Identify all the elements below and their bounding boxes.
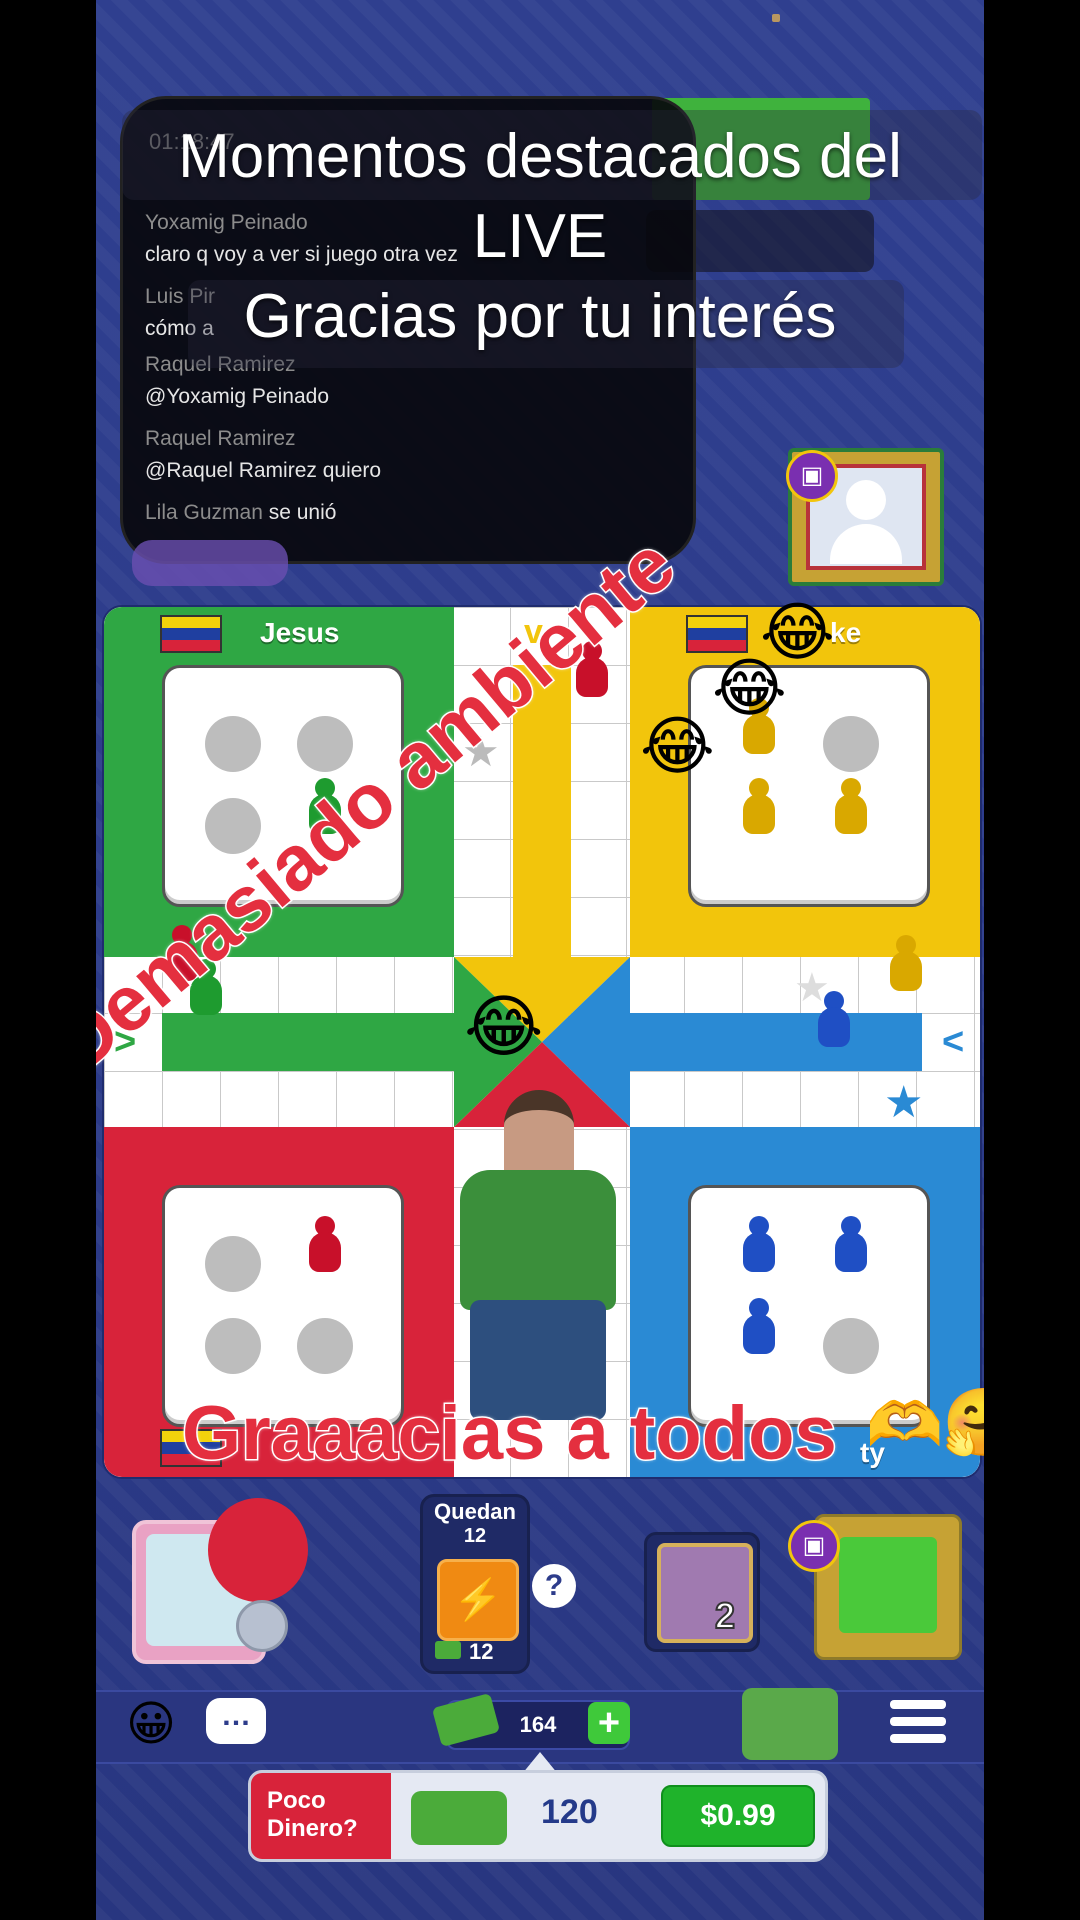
card-slot[interactable]: 2 <box>644 1532 760 1652</box>
energy-button[interactable]: ⚡ <box>437 1559 519 1641</box>
laugh-emoji: 😂 <box>712 652 787 726</box>
player-name-green: Jesus <box>260 617 340 648</box>
laugh-emoji: 😂 <box>640 710 715 784</box>
entry-arrow-icon: < <box>942 1021 965 1063</box>
gift-icon[interactable]: ▣ <box>786 450 838 502</box>
help-button[interactable]: ? <box>532 1564 576 1608</box>
quedan-panel: Quedan 12 ⚡ 12 <box>420 1494 530 1674</box>
overlay-title-line3: Gracias por tu interés <box>243 282 837 351</box>
cash-pile-icon <box>411 1791 507 1845</box>
bottom-overlay-text: Graaacias a todos <box>181 1390 839 1478</box>
lightning-icon: ⚡ <box>453 1578 503 1622</box>
chat-message: Lila Guzman se unió <box>145 501 336 525</box>
chat-author: Raquel Ramirez <box>145 427 296 450</box>
laugh-emoji: 😂 <box>464 988 544 1067</box>
chat-author: Lila Guzman <box>145 501 263 524</box>
flag-icon <box>160 615 222 653</box>
quedan-count: 12 <box>463 1525 487 1547</box>
quedan-label: Quedan <box>434 1499 516 1524</box>
chat-text: @Yoxamig Peinado <box>145 385 329 408</box>
phone-screen: 01:18:47 Yoxamig Peinado claro q voy a v… <box>96 0 984 1920</box>
blue-home-lane <box>630 1013 922 1071</box>
emote-sticker <box>132 540 288 586</box>
promo-label-line2: Dinero? <box>267 1815 358 1842</box>
blue-pawn[interactable] <box>741 1216 777 1274</box>
chat-text: @Raquel Ramirez quiero <box>145 459 382 482</box>
blue-pawn[interactable] <box>741 1298 777 1356</box>
emoji-button[interactable]: 😀 <box>126 1696 176 1752</box>
add-money-button[interactable]: + <box>588 1702 630 1744</box>
yellow-pawn[interactable] <box>888 935 924 993</box>
energy-cost: 12 <box>469 1639 494 1664</box>
hands-heart-emoji: 🫶 <box>866 1388 944 1461</box>
overlay-title-line2: LIVE <box>472 202 608 271</box>
overlay-title-line1: Momentos destacados del <box>178 122 902 191</box>
tomato-sticker <box>208 1498 308 1602</box>
chat-bubble-button[interactable]: … <box>206 1698 266 1744</box>
status-dot <box>772 14 780 22</box>
yellow-pawn[interactable] <box>833 778 869 836</box>
flag-icon <box>686 615 748 653</box>
green-home-lane <box>162 1013 454 1071</box>
chat-text: se unió <box>268 501 337 524</box>
promo-label: Poco Dinero? <box>251 1773 391 1859</box>
cash-icon <box>435 1641 461 1659</box>
blue-pawn[interactable] <box>833 1216 869 1274</box>
person-sticker <box>450 1090 626 1420</box>
promo-label-line1: Poco <box>267 1787 326 1814</box>
yellow-pawn[interactable] <box>741 778 777 836</box>
blue-pawn[interactable] <box>816 991 852 1049</box>
menu-icon[interactable] <box>890 1700 946 1744</box>
hug-emoji: 🤗 <box>942 1384 984 1461</box>
promo-offer[interactable]: Poco Dinero? 120 $0.99 <box>248 1770 828 1862</box>
promo-amount: 120 <box>541 1793 598 1831</box>
chat-message: Raquel Ramirez @Raquel Ramirez quiero <box>145 427 381 483</box>
dice-shop-icon[interactable] <box>742 1688 838 1760</box>
card-level: 2 <box>714 1594 736 1637</box>
buy-button[interactable]: $0.99 <box>661 1785 815 1847</box>
safe-star-icon: ★ <box>884 1077 924 1128</box>
badge-icon <box>236 1600 288 1652</box>
gift-icon[interactable]: ▣ <box>788 1520 840 1572</box>
red-pawn[interactable] <box>307 1216 343 1274</box>
